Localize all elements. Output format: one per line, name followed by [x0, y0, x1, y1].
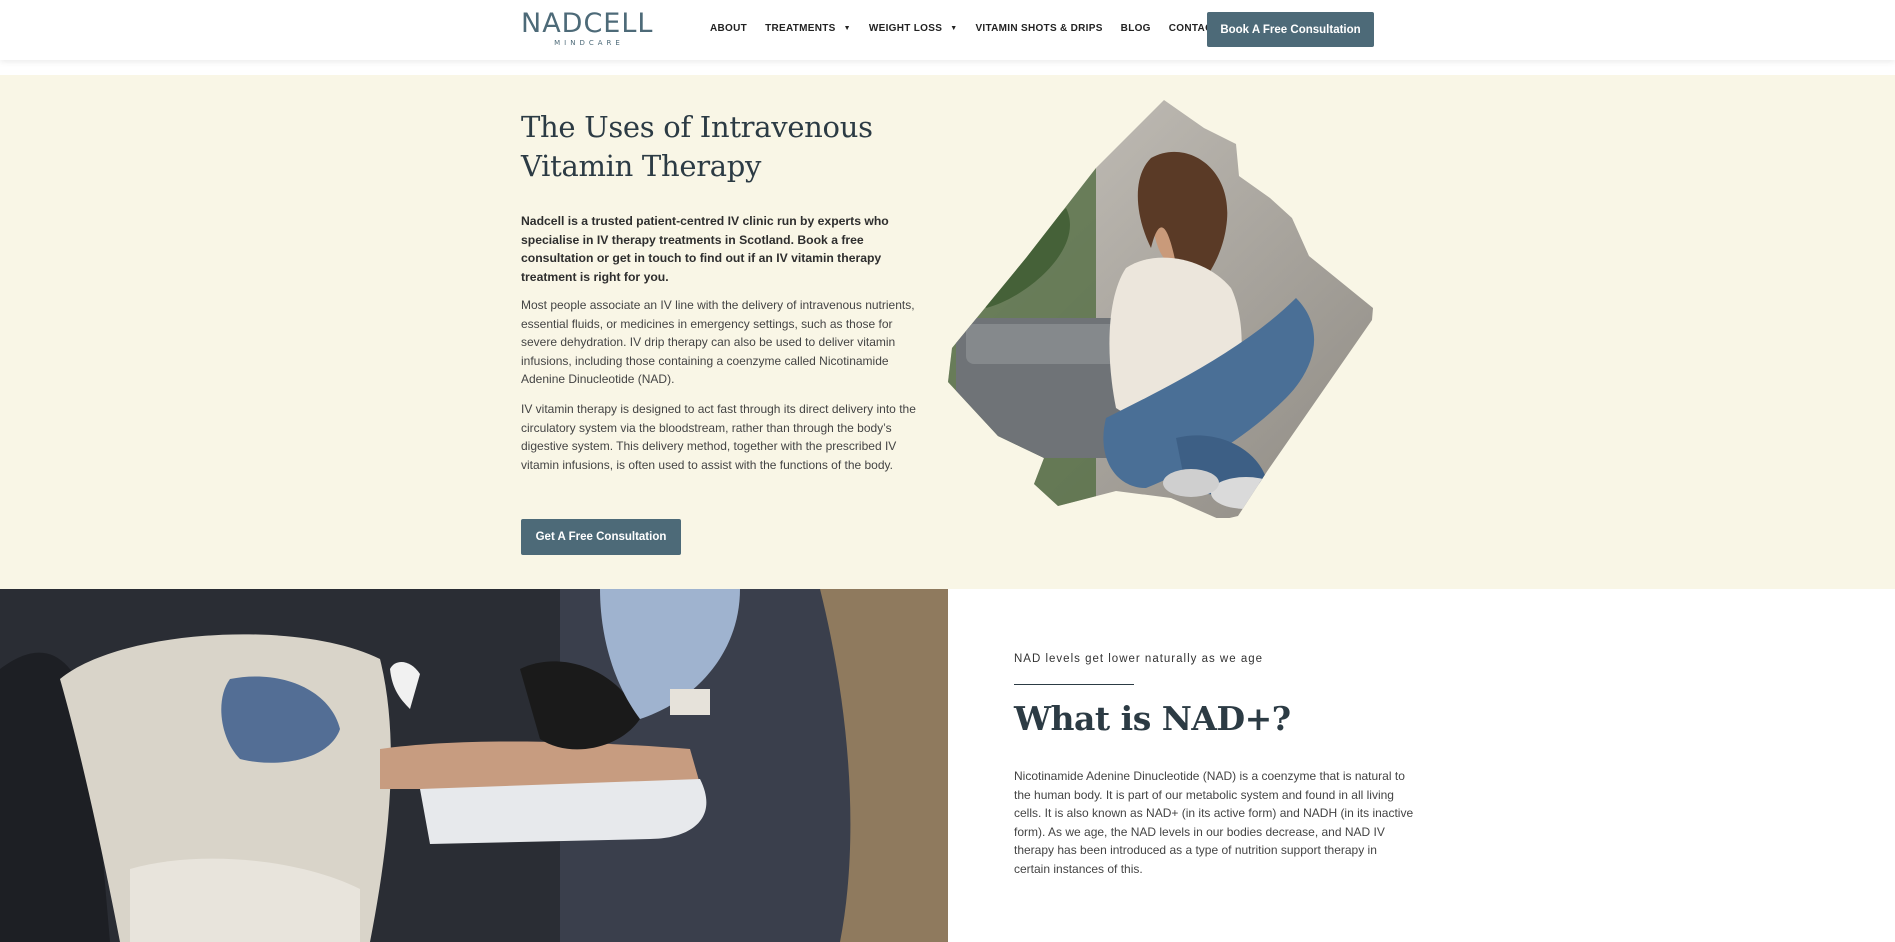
nav-weight-loss[interactable]: WEIGHT LOSS ▼ — [869, 23, 958, 34]
logo-wordmark: NADCELL — [521, 8, 654, 39]
nad-paragraph: Nicotinamide Adenine Dinucleotide (NAD) … — [1014, 769, 1414, 876]
intro-title: The Uses of Intravenous Vitamin Therapy — [521, 110, 873, 183]
main-nav: ABOUT TREATMENTS ▼ WEIGHT LOSS ▼ VITAMIN S… — [710, 23, 1255, 34]
nav-vitamin-shots-label: VITAMIN SHOTS & DRIPS — [975, 23, 1103, 34]
divider — [1014, 684, 1134, 685]
nad-eyebrow: NAD levels get lower naturally as we age — [1014, 653, 1264, 665]
intro-paragraph-1: Most people associate an IV line with th… — [521, 298, 915, 387]
nav-blog-label: BLOG — [1120, 23, 1151, 34]
nav-about-label: ABOUT — [710, 23, 748, 34]
iv-therapy-photo — [0, 589, 948, 942]
site-header: NADCELL MINDCARE ABOUT TREATMENTS ▼ WEIGH… — [0, 0, 1895, 60]
nav-blog[interactable]: BLOG — [1121, 23, 1151, 34]
chevron-down-icon: ▼ — [950, 25, 958, 32]
nav-treatments[interactable]: TREATMENTS ▼ — [765, 23, 851, 34]
site-logo[interactable]: NADCELL MINDCARE — [521, 10, 653, 48]
nav-treatments-label: TREATMENTS — [765, 23, 836, 34]
woman-sitting-photo — [948, 100, 1373, 518]
nad-title: What is NAD+? — [1014, 699, 1291, 738]
intro-lead: Nadcell is a trusted patient-centred IV … — [521, 214, 889, 284]
nav-weight-loss-label: WEIGHT LOSS — [868, 23, 943, 34]
intro-paragraph-2: IV vitamin therapy is designed to act fa… — [521, 402, 916, 472]
logo-subtitle: MINDCARE — [554, 39, 624, 47]
nav-about[interactable]: ABOUT — [710, 23, 747, 34]
book-consultation-button[interactable]: Book A Free Consultation — [1207, 12, 1374, 47]
nav-vitamin-shots[interactable]: VITAMIN SHOTS & DRIPS — [975, 23, 1102, 34]
get-consultation-button[interactable]: Get A Free Consultation — [521, 519, 681, 555]
chevron-down-icon: ▼ — [843, 25, 851, 32]
